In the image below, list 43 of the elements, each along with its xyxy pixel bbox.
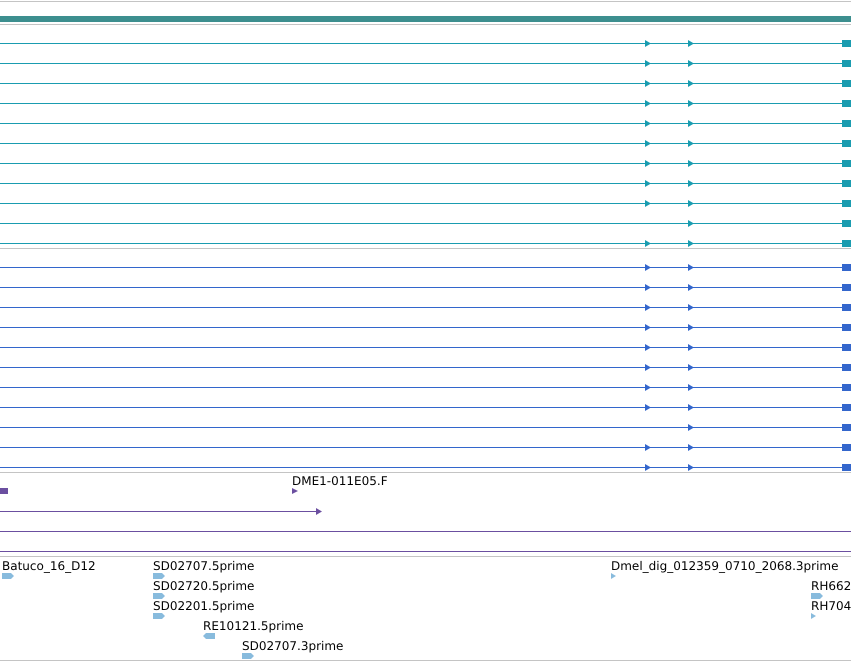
transcript-drawing[interactable] (0, 384, 851, 391)
feature-label: SD02707.5prime (153, 559, 254, 573)
transcript-drawing[interactable] (0, 404, 851, 411)
transcript-drawing[interactable] (0, 444, 851, 451)
transcript-drawing[interactable] (0, 464, 851, 471)
feature-label: RH704 (811, 599, 851, 613)
feature-label: SD02720.5prime (153, 579, 254, 593)
feature-label: Dmel_dig_012359_0710_2068.3prime (611, 559, 839, 573)
transcript-drawing[interactable] (0, 160, 851, 167)
transcript-drawing[interactable] (0, 180, 851, 187)
feature-label: DME1-011E05.F (292, 474, 388, 488)
transcript-drawing[interactable] (0, 324, 851, 331)
est-feature-icon[interactable] (153, 573, 165, 579)
transcript-drawing[interactable] (0, 140, 851, 147)
est-feature-icon[interactable] (611, 573, 616, 579)
transcript-drawing[interactable] (0, 240, 851, 247)
transcript-drawing[interactable] (0, 80, 851, 87)
transcript-drawing[interactable] (0, 220, 851, 227)
est-feature-icon[interactable] (153, 593, 165, 599)
est-feature-icon[interactable] (242, 653, 254, 659)
feature-label: Batuco_16_D12 (2, 559, 96, 573)
feature-label: RE10121.5prime (203, 619, 304, 633)
est-feature-icon[interactable] (811, 613, 816, 619)
strand-arrow-icon (292, 488, 298, 494)
feature-label: SD02201.5prime (153, 599, 254, 613)
transcript-drawing[interactable] (0, 200, 851, 207)
feature-label: SD02707.3prime (242, 639, 344, 653)
transcript-drawing[interactable] (0, 264, 851, 271)
est-feature-icon[interactable] (2, 573, 14, 579)
transcript-drawing[interactable] (0, 364, 851, 371)
alignment-arrow[interactable] (0, 508, 322, 515)
transcript-drawing[interactable] (0, 344, 851, 351)
transcript-drawing[interactable] (0, 100, 851, 107)
transcript-drawing[interactable] (0, 40, 851, 47)
feature-label: RH662 (811, 579, 851, 593)
est-feature-icon[interactable] (153, 613, 165, 619)
transcript-drawing[interactable] (0, 60, 851, 67)
transcript-drawing[interactable] (0, 120, 851, 127)
transcript-drawing[interactable] (0, 304, 851, 311)
est-feature-icon[interactable] (811, 593, 823, 599)
est-feature-icon[interactable] (203, 633, 215, 639)
transcript-drawing[interactable] (0, 284, 851, 291)
transcript-drawing[interactable] (0, 424, 851, 431)
